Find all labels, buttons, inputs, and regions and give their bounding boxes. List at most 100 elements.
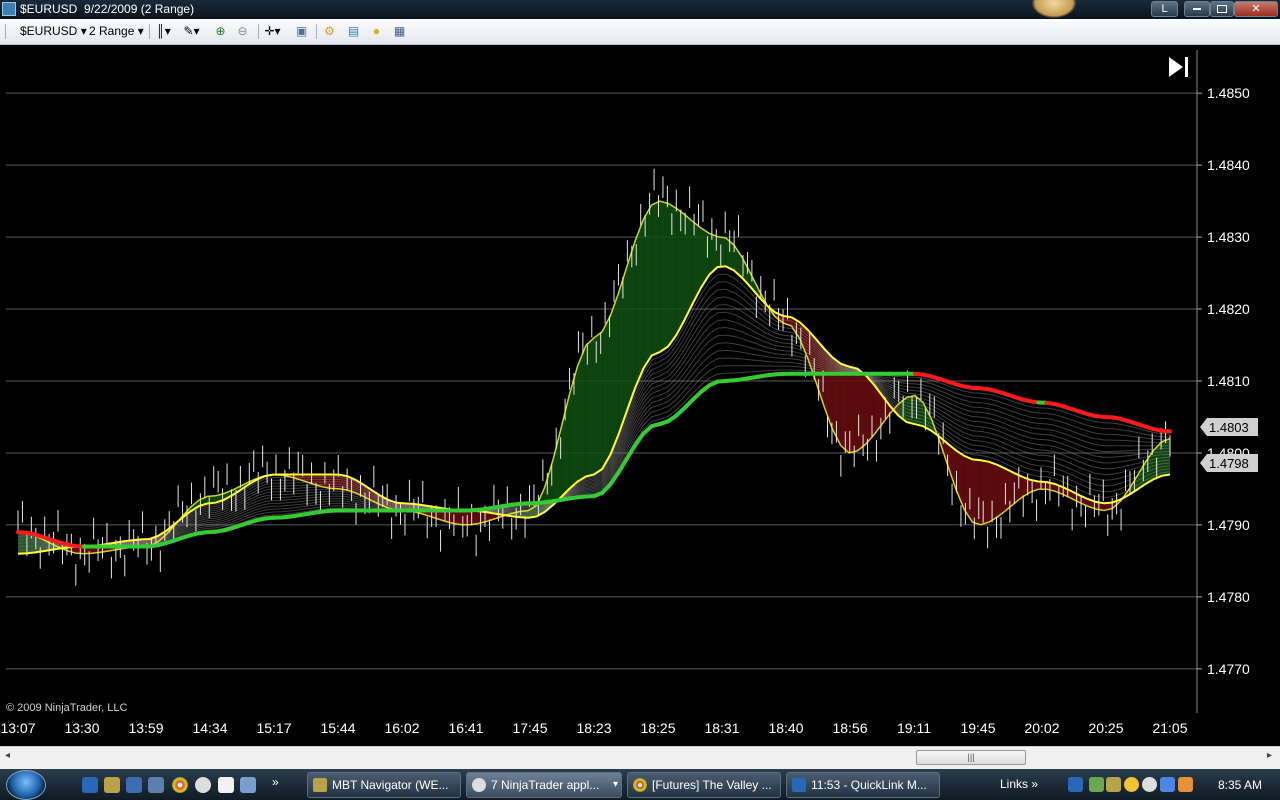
tray-volume-icon[interactable] (1178, 777, 1193, 792)
start-button[interactable] (6, 770, 46, 800)
ninjatrader-icon (472, 778, 486, 792)
time-tick-label: 18:31 (704, 720, 739, 736)
tray-coin-icon[interactable] (1124, 777, 1139, 792)
price-axis: 1.48501.48401.48301.48201.48101.48001.47… (1197, 85, 1250, 677)
instrument-selector[interactable]: $EURUSD ▾ (20, 23, 87, 40)
scroll-left-arrow[interactable]: ◂ (5, 750, 10, 761)
links-toolbar[interactable]: Links » (1000, 777, 1038, 791)
minimize-icon (1193, 8, 1201, 11)
ribbon-fill-segment (602, 315, 611, 469)
zoom-out-icon[interactable]: ⊖ (234, 23, 251, 40)
ribbon-fill-segment (651, 201, 660, 356)
time-tick-label: 13:59 (128, 720, 163, 736)
chevron-down-icon: ▾ (137, 24, 144, 38)
end-bar-icon (1185, 57, 1188, 77)
tray-check-icon[interactable] (1089, 777, 1104, 792)
ribbon-fill-segment (659, 201, 669, 353)
ribbon-fill-segment (610, 292, 619, 455)
time-axis: 13:07 13:30 13:59 14:34 15:17 15:44 16:02 16:41… (0, 720, 1187, 736)
price-tick-label: 1.4810 (1207, 373, 1250, 389)
price-tick-label: 1.4840 (1207, 157, 1250, 173)
mbt-icon[interactable] (104, 777, 120, 793)
strategies-icon[interactable]: ⚙ (321, 23, 338, 40)
ie-icon (792, 778, 806, 792)
ie-icon[interactable] (82, 777, 98, 793)
ninjatrader-icon[interactable] (195, 777, 211, 793)
bar-type-icon[interactable]: ║▾ (155, 23, 172, 40)
quicklaunch-chevron[interactable]: » (272, 775, 279, 789)
time-tick-label: 13:07 (0, 720, 35, 736)
data-box-icon[interactable]: ▣ (293, 23, 310, 40)
link-button[interactable]: L (1151, 1, 1178, 17)
time-tick-label: 18:23 (576, 720, 611, 736)
indicators-icon[interactable]: ▤ (345, 23, 362, 40)
mbt-icon (313, 778, 327, 792)
chart-app-icon (2, 2, 16, 16)
time-tick-label: 15:44 (320, 720, 355, 736)
maximize-icon (1217, 5, 1227, 14)
drawing-tools-icon[interactable]: ✎▾ (183, 23, 200, 40)
ribbon-fill-segment (552, 427, 562, 506)
window-title: $EURUSD 9/22/2009 (2 Range) (20, 2, 195, 16)
crosshair-icon[interactable]: ✛▾ (264, 23, 281, 40)
scroll-to-end-button[interactable] (1169, 57, 1188, 77)
time-tick-label: 18:25 (640, 720, 675, 736)
last-price-yellow-label: 1.4798 (1209, 456, 1249, 471)
properties-icon[interactable]: ● (368, 23, 385, 40)
chart-toolbar: $EURUSD ▾ 2 Range ▾ ║▾ ✎▾ ⊕ ⊖ ✛▾ ▣ ⚙ ▤ ●… (0, 19, 1280, 45)
price-tick-label: 1.4770 (1207, 661, 1250, 677)
scroll-right-arrow[interactable]: ▸ (1267, 750, 1272, 761)
links-label: Links (1000, 777, 1029, 791)
toolbar-separator (258, 24, 259, 39)
chevron-down-icon: ▾ (612, 779, 618, 790)
time-tick-label: 16:41 (448, 720, 483, 736)
zoom-in-icon[interactable]: ⊕ (212, 23, 229, 40)
close-button[interactable]: ✕ (1234, 1, 1278, 17)
price-tick-label: 1.4780 (1207, 589, 1250, 605)
ribbon-fill-segment (857, 368, 866, 451)
last-price-red-marker: 1.4803 (1200, 418, 1258, 436)
task-quicklink[interactable]: 11:53 - QuickLink M... (786, 772, 940, 798)
chevron-down-icon: ▾ (80, 24, 87, 38)
tray-ninjatrader-icon[interactable] (1142, 777, 1157, 792)
price-chart[interactable]: 1.4850 1.4840 1.4830 1.4820 1.4810 1.4800 1.47… (0, 45, 1280, 745)
scrollbar-thumb[interactable]: ||| (916, 750, 1026, 765)
task-mbt-navigator[interactable]: MBT Navigator (WE... (307, 772, 461, 798)
task-ninjatrader[interactable]: 7 NinjaTrader appl... ▾ (466, 772, 622, 798)
time-tick-label: 16:02 (384, 720, 419, 736)
tray-mbt-icon[interactable] (1106, 777, 1121, 792)
minimize-button[interactable] (1184, 1, 1210, 17)
task-label: [Futures] The Valley ... (652, 778, 772, 792)
ribbon-fill-segment (717, 236, 726, 268)
title-bar: $EURUSD 9/22/2009 (2 Range) L ✕ (0, 0, 1280, 19)
toolbar-separator (316, 24, 317, 39)
task-futures-valley[interactable]: [Futures] The Valley ... (627, 772, 781, 798)
copyright-text: © 2009 NinjaTrader, LLC (6, 702, 127, 714)
time-tick-label: 21:05 (1152, 720, 1187, 736)
tray-ie-icon[interactable] (1068, 777, 1083, 792)
desktop-icon[interactable] (126, 777, 142, 793)
taskbar: » MBT Navigator (WE... 7 NinjaTrader app… (0, 769, 1280, 800)
price-tick-label: 1.4850 (1207, 85, 1250, 101)
time-tick-label: 20:02 (1024, 720, 1059, 736)
document-icon[interactable] (218, 777, 234, 793)
maximize-button[interactable] (1210, 1, 1234, 17)
time-tick-label: 20:25 (1088, 720, 1123, 736)
ema-ribbon (17, 201, 1171, 554)
instrument-label: $EURUSD (20, 24, 78, 38)
period-selector[interactable]: 2 Range ▾ (89, 23, 144, 40)
glow-orb-icon (1032, 0, 1076, 18)
time-tick-label: 17:45 (512, 720, 547, 736)
tray-network-icon[interactable] (1160, 777, 1175, 792)
paint-icon[interactable] (240, 777, 256, 793)
ribbon-fill-segment (849, 366, 858, 453)
explorer-icon[interactable] (148, 777, 164, 793)
ribbon-fill-segment (997, 464, 1006, 518)
slow-ema-segment (1159, 428, 1172, 434)
chrome-icon[interactable] (172, 777, 188, 793)
chart-trader-icon[interactable]: ▦ (391, 23, 408, 40)
toolbar-separator (149, 24, 150, 39)
ribbon-fill-segment (980, 460, 989, 525)
chart-canvas[interactable]: 1.48501.48401.48301.48201.48101.48001.47… (0, 45, 1280, 745)
horizontal-scrollbar[interactable]: ◂ ||| ▸ (0, 746, 1280, 769)
